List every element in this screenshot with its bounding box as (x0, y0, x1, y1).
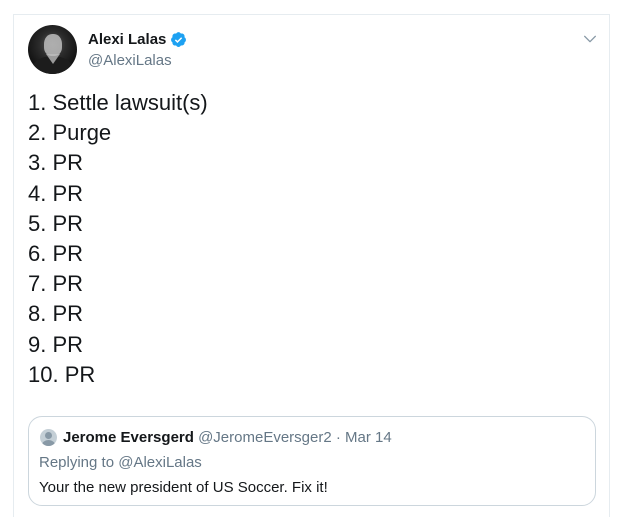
verified-badge-icon (171, 32, 187, 47)
tweet-line: 7. PR (28, 271, 84, 297)
tweet-line: 6. PR (28, 241, 84, 267)
author-name[interactable]: Alexi Lalas (88, 31, 166, 48)
replying-to-label: Replying to @AlexiLalas (39, 454, 202, 471)
quoted-tweet-header: Jerome Eversgerd @JeromeEversger2 · Mar … (63, 429, 392, 446)
quoted-tweet[interactable]: Jerome Eversgerd @JeromeEversger2 · Mar … (28, 416, 596, 506)
quoted-author-meta: @JeromeEversger2 · Mar 14 (198, 429, 392, 446)
tweet-line: 5. PR (28, 210, 84, 236)
tweet-header: Alexi Lalas @AlexiLalas (28, 25, 598, 77)
author-avatar[interactable] (28, 25, 77, 74)
author-handle[interactable]: @AlexiLalas (88, 52, 172, 69)
tweet-line: 1. Settle lawsuit(s) (28, 90, 208, 115)
avatar-body (42, 440, 55, 446)
avatar-head (45, 432, 52, 439)
tweet-line: 8. PR (28, 301, 84, 327)
tweet-line: 2. Purge (28, 120, 112, 146)
tweet-line: 3. PR (28, 150, 84, 176)
quoted-tweet-text: Your the new president of US Soccer. Fix… (39, 479, 328, 496)
tweet-line: 9. PR (28, 331, 84, 357)
quoted-author-name[interactable]: Jerome Eversgerd (63, 429, 194, 446)
avatar-face (44, 34, 62, 56)
tweet-text: 1. Settle lawsuit(s) 2. Purge 3. PR 4. P… (28, 88, 588, 390)
author-name-row: Alexi Lalas (88, 31, 187, 48)
chevron-down-icon[interactable] (582, 31, 598, 47)
tweet-line: 4. PR (28, 180, 84, 206)
default-avatar-icon[interactable] (40, 429, 57, 446)
tweet-line: 10. PR (28, 361, 96, 387)
